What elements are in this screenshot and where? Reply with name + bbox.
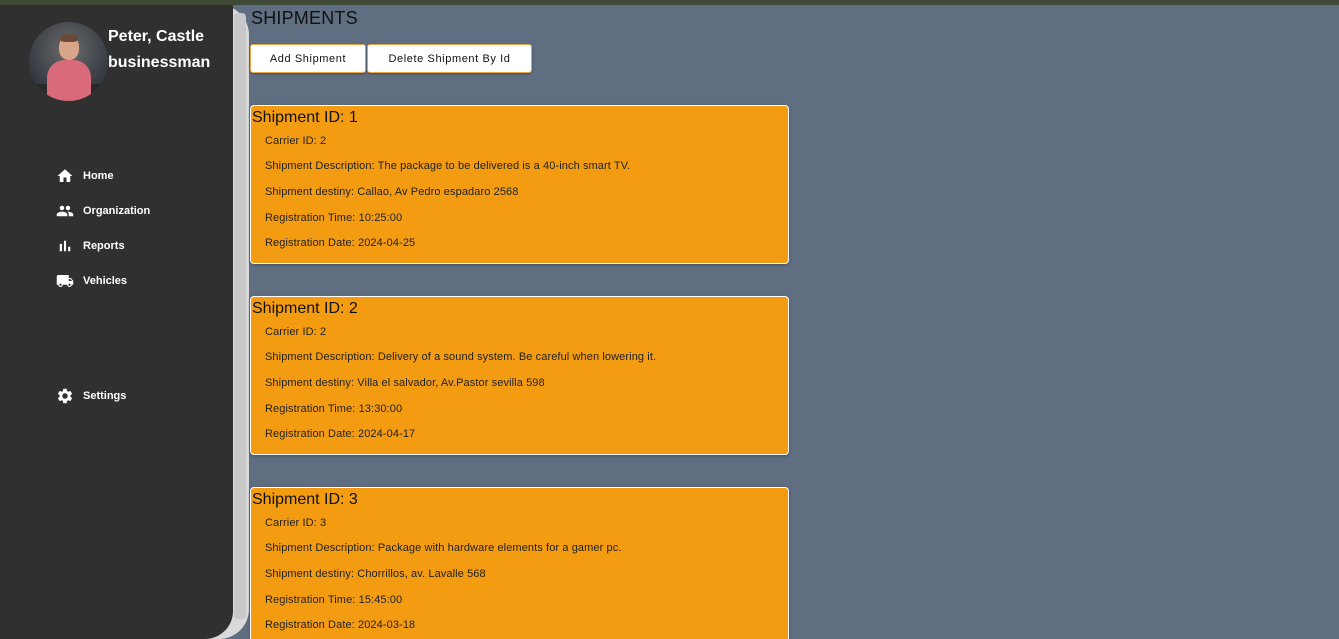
shipment-description: Shipment Description: The package to be … (265, 160, 631, 172)
shipment-registration-date: Registration Date: 2024-04-17 (265, 428, 416, 440)
nav-item-settings[interactable]: Settings (55, 385, 126, 407)
shipment-title: Shipment ID: 2 (252, 300, 358, 317)
shipment-carrier: Carrier ID: 2 (265, 326, 327, 338)
shipment-title: Shipment ID: 3 (252, 491, 358, 508)
shipment-destiny: Shipment destiny: Callao, Av Pedro espad… (265, 186, 519, 198)
shipment-title: Shipment ID: 1 (252, 109, 358, 126)
shipment-card: Shipment ID: 2 Carrier ID: 2 Shipment De… (250, 296, 789, 455)
shipment-registration-date: Registration Date: 2024-03-18 (265, 619, 416, 631)
nav-item-label: Vehicles (83, 275, 128, 287)
nav-item-home[interactable]: Home (55, 165, 114, 187)
shipment-card: Shipment ID: 1 Carrier ID: 2 Shipment De… (250, 105, 789, 264)
nav-item-vehicles[interactable]: Vehicles (55, 270, 127, 292)
people-icon (55, 202, 75, 220)
shipment-card: Shipment ID: 3 Carrier ID: 3 Shipment De… (250, 487, 789, 639)
shipment-carrier: Carrier ID: 2 (265, 135, 327, 147)
shipment-description: Shipment Description: Delivery of a soun… (265, 351, 657, 363)
shipment-destiny: Shipment destiny: Chorrillos, av. Lavall… (265, 568, 486, 580)
bar-chart-icon (55, 237, 75, 255)
shipment-registration-date: Registration Date: 2024-04-25 (265, 237, 416, 249)
avatar (29, 22, 108, 101)
user-role: businessman (108, 54, 211, 71)
avatar-shirt (47, 60, 91, 101)
add-shipment-button[interactable]: Add Shipment (250, 44, 366, 73)
shipment-registration-time: Registration Time: 10:25:00 (265, 212, 403, 224)
shipment-registration-time: Registration Time: 13:30:00 (265, 403, 403, 415)
sidebar-scrollbar[interactable] (234, 13, 246, 619)
shipment-registration-time: Registration Time: 15:45:00 (265, 594, 403, 606)
nav-item-label: Settings (83, 390, 127, 402)
home-icon (55, 167, 75, 185)
nav-item-label: Reports (83, 240, 125, 252)
nav-item-label: Organization (83, 205, 151, 217)
truck-icon (55, 272, 75, 290)
nav-item-reports[interactable]: Reports (55, 235, 125, 257)
shipment-description: Shipment Description: Package with hardw… (265, 542, 622, 554)
gear-icon (55, 387, 75, 405)
nav-item-label: Home (83, 170, 114, 182)
shipment-destiny: Shipment destiny: Villa el salvador, Av.… (265, 377, 545, 389)
page-title: SHIPMENTS (251, 8, 358, 28)
delete-shipment-button[interactable]: Delete Shipment By Id (367, 44, 532, 73)
user-name: Peter, Castle (108, 28, 205, 45)
nav-item-organization[interactable]: Organization (55, 200, 150, 222)
avatar-hair (60, 34, 78, 42)
shipment-carrier: Carrier ID: 3 (265, 517, 327, 529)
